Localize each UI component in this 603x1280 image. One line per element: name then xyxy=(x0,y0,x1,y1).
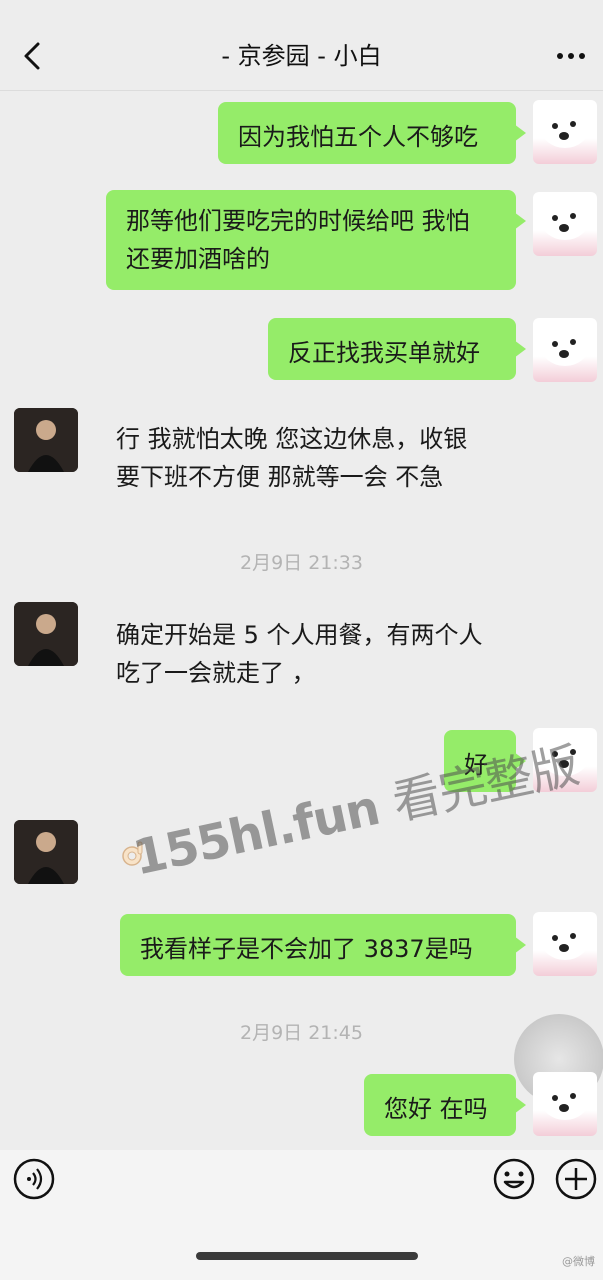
dog-avatar-icon xyxy=(541,200,589,240)
avatar-other[interactable] xyxy=(14,602,78,666)
message-line: 还要加酒啥的 xyxy=(126,245,270,273)
message-text: 因为我怕五个人不够吃 xyxy=(238,123,478,151)
avatar-me[interactable] xyxy=(533,100,597,164)
message-bubble-me[interactable]: 反正找我买单就好 xyxy=(268,318,526,380)
message-line: 确定开始是 5 个人用餐，有两个人 xyxy=(116,621,483,649)
avatar-me[interactable] xyxy=(533,1072,597,1136)
message-text: 您好 在吗 xyxy=(384,1095,488,1123)
avatar-me[interactable] xyxy=(533,912,597,976)
home-indicator[interactable] xyxy=(196,1252,418,1260)
dog-avatar-icon xyxy=(541,1080,589,1120)
header-divider xyxy=(0,90,603,91)
avatar-other[interactable] xyxy=(14,408,78,472)
message-line: 要下班不方便 那就等一会 不急 xyxy=(116,463,444,491)
person-avatar-icon xyxy=(14,820,78,884)
message-line: 行 我就怕太晚 您这边休息，收银 xyxy=(116,425,468,453)
voice-icon[interactable] xyxy=(12,1157,56,1201)
dog-avatar-icon xyxy=(541,326,589,366)
watermark-site: 155hl.fun xyxy=(128,779,384,887)
chat-header: - 京参园 - 小白 xyxy=(0,0,603,90)
plus-icon[interactable] xyxy=(554,1157,598,1201)
emoji-icon[interactable] xyxy=(492,1157,536,1201)
watermark-text: 看完整版 xyxy=(387,737,584,832)
avatar-me[interactable] xyxy=(533,318,597,382)
timestamp: 2月9日 21:33 xyxy=(240,552,363,574)
message-bubble-me[interactable]: 因为我怕五个人不够吃 xyxy=(218,102,526,164)
dog-avatar-icon xyxy=(541,920,589,960)
message-line: 吃了一会就走了 ， xyxy=(116,659,316,687)
chat-title: - 京参园 - 小白 xyxy=(221,42,382,70)
message-text: 我看样子是不会加了 3837是吗 xyxy=(140,935,473,963)
more-icon[interactable] xyxy=(553,38,589,74)
person-avatar-icon xyxy=(14,602,78,666)
message-text-other[interactable]: 确定开始是 5 个人用餐，有两个人 吃了一会就走了 ， xyxy=(116,616,483,692)
avatar-me[interactable] xyxy=(533,192,597,256)
person-avatar-icon xyxy=(14,408,78,472)
dog-avatar-icon xyxy=(541,108,589,148)
weibo-credit: @微博 xyxy=(562,1255,595,1268)
avatar-other[interactable] xyxy=(14,820,78,884)
message-line: 那等他们要吃完的时候给吧 我怕 xyxy=(126,207,470,235)
message-text: 反正找我买单就好 xyxy=(288,339,480,367)
watermark: 155hl.fun 看完整版 xyxy=(126,733,583,938)
message-bubble-me[interactable]: 您好 在吗 xyxy=(364,1074,526,1136)
message-text-other[interactable]: 行 我就怕太晚 您这边休息，收银 要下班不方便 那就等一会 不急 xyxy=(116,420,467,496)
message-bubble-me[interactable]: 那等他们要吃完的时候给吧 我怕 还要加酒啥的 xyxy=(106,190,526,290)
timestamp: 2月9日 21:45 xyxy=(240,1022,363,1044)
